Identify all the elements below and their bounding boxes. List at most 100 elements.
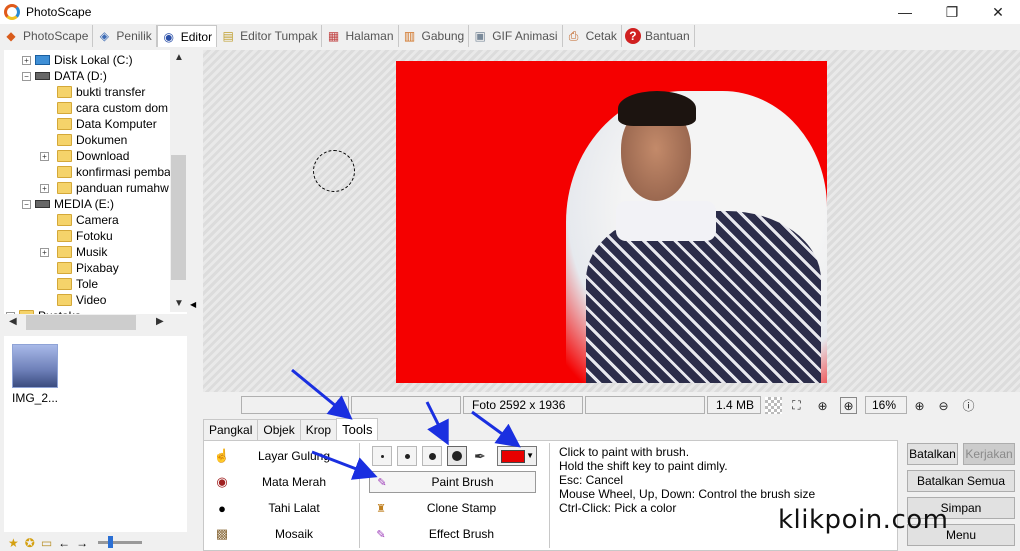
tree-item[interactable]: cara custom dom <box>57 100 168 116</box>
info-icon[interactable]: ⓘ <box>960 397 977 414</box>
thumbnail-size-slider[interactable] <box>98 536 143 548</box>
scroll-up-icon[interactable]: ▲ <box>174 52 184 63</box>
folder-icon <box>57 102 72 114</box>
help-icon: ? <box>624 28 641 44</box>
zoom-out-icon[interactable]: ⊖ <box>935 397 952 414</box>
maximize-button[interactable]: ❐ <box>929 0 975 24</box>
expand-icon[interactable]: + <box>40 183 49 193</box>
panel-splitter[interactable]: ◀ <box>188 50 202 550</box>
drive-icon <box>35 200 50 208</box>
minimize-button[interactable]: — <box>882 0 928 24</box>
tree-item[interactable]: − DATA (D:) <box>22 68 107 84</box>
tool-clone-stamp[interactable]: ♜ Clone Stamp <box>369 497 534 519</box>
expand-icon[interactable]: + <box>22 55 31 65</box>
edited-photo[interactable] <box>396 61 827 383</box>
title-bar: PhotoScape — ❐ ✕ <box>0 0 1020 24</box>
brush-size-1[interactable] <box>372 446 392 466</box>
tree-item[interactable]: Pixabay <box>57 260 119 276</box>
folder-tree[interactable]: + Disk Lokal (C:) − DATA (D:) bukti transf… <box>4 50 187 318</box>
add-favorite-icon[interactable]: ✪ <box>25 536 35 550</box>
tree-item[interactable]: konfirmasi pemba <box>57 164 171 180</box>
image-canvas[interactable] <box>203 50 1020 392</box>
tool-paint-brush[interactable]: ✎ Paint Brush <box>369 471 536 493</box>
expand-icon[interactable]: + <box>40 151 49 161</box>
scroll-thumb[interactable] <box>26 315 136 330</box>
expand-icon[interactable]: + <box>40 247 49 257</box>
tab-bantuan[interactable]: ? Bantuan <box>622 25 695 47</box>
tool-mata-merah[interactable]: ◉ Mata Merah <box>214 472 344 492</box>
tree-item[interactable]: + Disk Lokal (C:) <box>22 52 133 68</box>
close-button[interactable]: ✕ <box>975 0 1020 24</box>
scroll-right-icon[interactable]: ▶ <box>156 316 164 327</box>
hand-icon: ☝ <box>213 448 231 463</box>
tree-item[interactable]: − MEDIA (E:) <box>22 196 114 212</box>
fit-screen-icon[interactable]: ⛶ <box>788 397 805 414</box>
zoom-level[interactable]: 16% <box>865 396 907 414</box>
collapse-icon[interactable]: − <box>22 71 31 81</box>
folder-icon <box>57 278 72 290</box>
tab-gif-animasi[interactable]: ▣ GIF Animasi <box>469 25 563 47</box>
tab-objek[interactable]: Objek <box>257 419 301 440</box>
zoom-in-icon[interactable]: ⊕ <box>911 397 928 414</box>
undo-all-button[interactable]: Batalkan Semua <box>907 470 1015 492</box>
scroll-left-icon[interactable]: ◀ <box>9 316 17 327</box>
tree-item[interactable]: bukti transfer <box>57 84 145 100</box>
tree-item[interactable]: + Download <box>40 148 129 164</box>
tab-pangkal[interactable]: Pangkal <box>203 419 259 440</box>
file-toolbar: ★ ✪ ▭ ← → <box>4 534 187 551</box>
tree-item[interactable]: Camera <box>57 212 119 228</box>
tab-penilik[interactable]: ◈ Penilik <box>93 25 157 47</box>
tree-horizontal-scrollbar[interactable]: ◀ ▶ <box>4 314 187 331</box>
tab-tools[interactable]: Tools <box>336 418 379 440</box>
batch-editor-icon: ▤ <box>222 29 234 43</box>
brush-size-4[interactable] <box>447 446 467 466</box>
zoom-fit-icon[interactable]: ⊕ <box>840 397 857 414</box>
photo-thumbnail[interactable] <box>12 344 58 388</box>
transparency-icon[interactable] <box>765 397 782 414</box>
collapse-icon[interactable]: − <box>22 199 31 209</box>
undo-button[interactable]: Batalkan <box>907 443 958 465</box>
tab-photoscape[interactable]: ◆ PhotoScape <box>0 25 94 47</box>
folder-icon <box>57 134 72 146</box>
tab-cetak[interactable]: ⎙ Cetak <box>563 25 622 47</box>
folder-icon <box>57 118 72 130</box>
mole-icon: ● <box>218 500 226 516</box>
tree-item[interactable]: + panduan rumahw <box>40 180 169 196</box>
brush-cursor <box>313 150 355 192</box>
tab-krop[interactable]: Krop <box>299 419 338 440</box>
tree-item[interactable]: Dokumen <box>57 132 127 148</box>
favorite-icon[interactable]: ★ <box>8 536 19 550</box>
scroll-down-icon[interactable]: ▼ <box>174 298 184 309</box>
tree-item[interactable]: Data Komputer <box>57 116 157 132</box>
eyedropper-icon[interactable]: ✒ <box>474 448 486 465</box>
forward-icon[interactable]: → <box>76 536 88 550</box>
scroll-thumb[interactable] <box>171 155 186 280</box>
chevron-down-icon: ▼ <box>526 451 534 460</box>
file-size: 1.4 MB <box>707 396 761 414</box>
tab-editor[interactable]: ◉ Editor <box>156 25 218 47</box>
tab-halaman[interactable]: ▦ Halaman <box>322 25 399 47</box>
back-icon[interactable]: ← <box>58 536 70 550</box>
tree-item[interactable]: Tole <box>57 276 98 292</box>
status-field-empty <box>585 396 705 414</box>
folder-icon <box>57 182 72 194</box>
open-folder-icon[interactable]: ▭ <box>41 536 52 550</box>
tool-effect-brush[interactable]: ✎ Effect Brush <box>369 523 534 545</box>
tool-tahi-lalat[interactable]: ● Tahi Lalat <box>214 498 344 518</box>
tab-editor-tumpak[interactable]: ▤ Editor Tumpak <box>217 25 323 47</box>
brush-size-2[interactable] <box>397 446 417 466</box>
redo-button[interactable]: Kerjakan <box>963 443 1015 465</box>
tree-item[interactable]: Fotoku <box>57 228 113 244</box>
tree-item[interactable]: Video <box>57 292 106 308</box>
tree-vertical-scrollbar[interactable]: ▲ ▼ <box>170 50 187 312</box>
tool-mosaik[interactable]: ▩ Mosaik <box>214 524 344 544</box>
brush-color-picker[interactable]: ▼ <box>497 446 537 466</box>
tab-gabung[interactable]: ▥ Gabung <box>399 25 470 47</box>
actual-size-icon[interactable]: ⊕ <box>814 397 831 414</box>
photo-dimensions: Foto 2592 x 1936 <box>463 396 583 414</box>
brush-size-3[interactable] <box>422 446 442 466</box>
viewer-icon: ◈ <box>99 29 109 43</box>
tree-item[interactable]: + Musik <box>40 244 107 260</box>
collapse-arrow-icon[interactable]: ◀ <box>190 300 196 309</box>
tool-layar-gulung[interactable]: ☝ Layar Gulung <box>214 446 344 466</box>
